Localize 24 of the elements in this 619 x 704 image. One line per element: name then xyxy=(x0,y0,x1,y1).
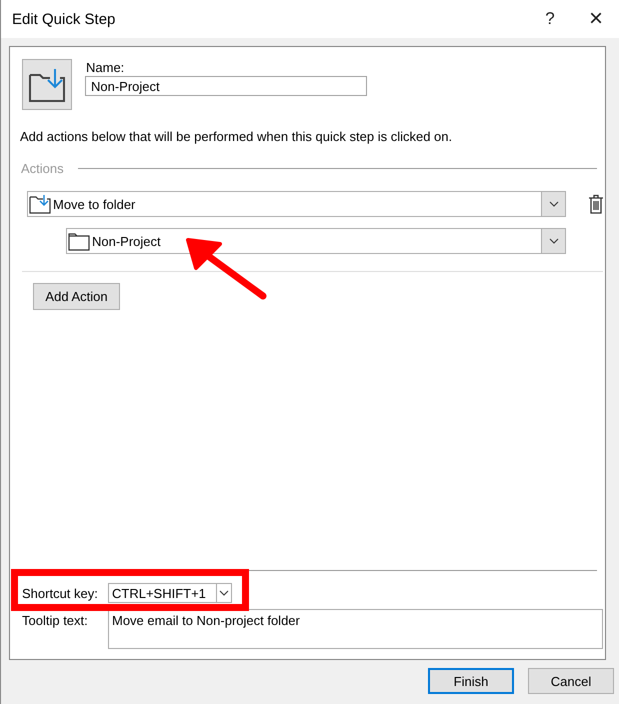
close-button[interactable]: × xyxy=(573,0,619,38)
folder-arrow-icon xyxy=(29,194,51,214)
dropdown-value: CTRL+SHIFT+1 xyxy=(112,586,207,600)
dropdown-value: Non-Project xyxy=(92,234,162,248)
folder-icon xyxy=(68,231,90,251)
dropdown-arrow[interactable] xyxy=(216,584,231,602)
tooltip-field[interactable]: Move email to Non-project folder xyxy=(108,609,603,649)
section-label: Actions xyxy=(21,161,64,176)
action-dropdown[interactable]: Move to folder xyxy=(27,191,566,217)
icon-picker-button[interactable] xyxy=(22,59,72,110)
help-button[interactable]: ? xyxy=(527,0,573,38)
name-field[interactable]: Non-Project xyxy=(85,76,367,96)
add-action-button[interactable]: Add Action xyxy=(33,283,120,310)
dropdown-value: Move to folder xyxy=(53,196,136,212)
tooltip-label: Tooltip text: xyxy=(22,612,89,628)
name-label: Name: xyxy=(85,60,126,75)
dialog-button[interactable]: Cancel xyxy=(528,668,614,694)
shortcut-dropdown[interactable]: CTRL+SHIFT+1 xyxy=(108,583,232,603)
shortcut-label: Shortcut key: xyxy=(22,586,98,600)
window-title: Edit Quick Step xyxy=(12,10,116,28)
description-text: Add actions below that will be performed when this quick step is clicked on. xyxy=(20,129,454,144)
folder-dropdown[interactable]: Non-Project xyxy=(66,228,566,254)
trash-icon[interactable] xyxy=(588,194,604,214)
dialog-button[interactable]: Finish xyxy=(428,668,514,694)
